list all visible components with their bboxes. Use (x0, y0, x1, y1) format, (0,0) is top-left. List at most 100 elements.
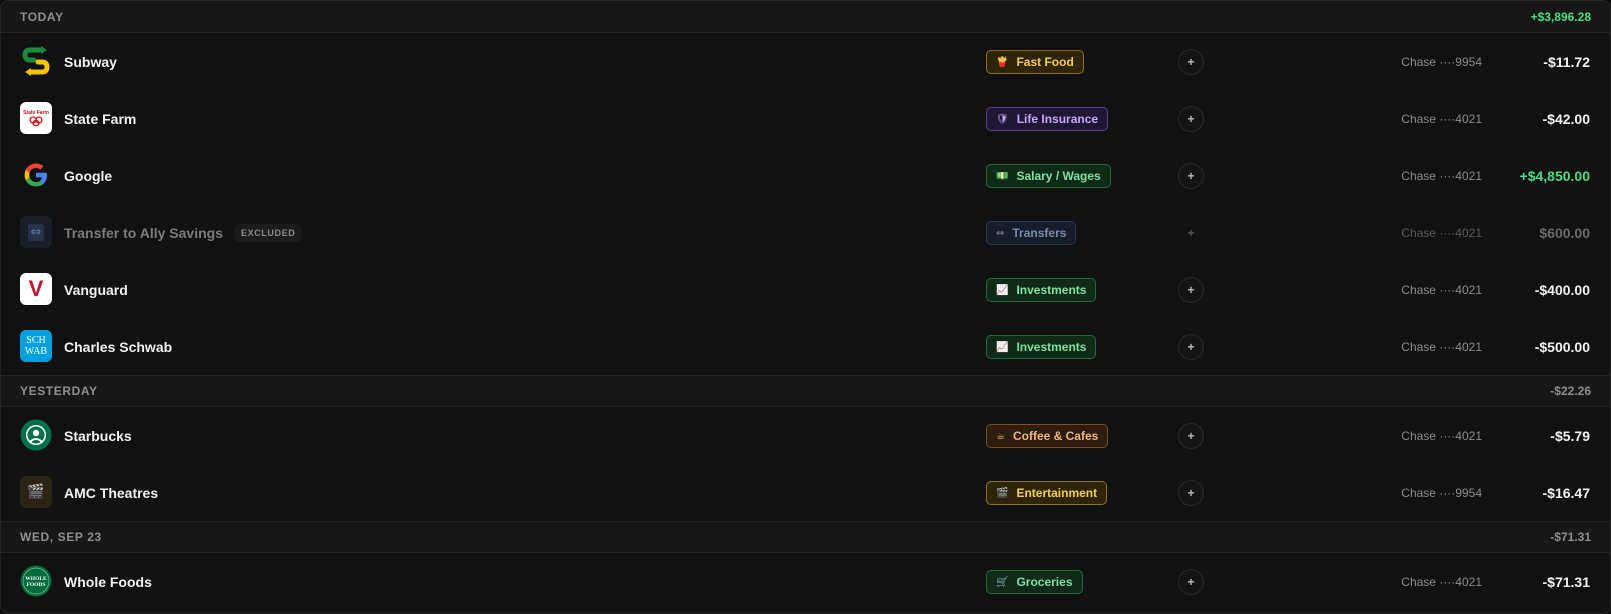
account-label: Chase ····9954 (1401, 485, 1482, 500)
category-label: Fast Food (1016, 55, 1074, 69)
state-farm-logo-icon: State Farm (20, 102, 52, 134)
shield-icon: 🛡 (996, 113, 1009, 125)
add-tag-button[interactable]: + (1178, 423, 1204, 449)
transaction-amount: -$11.72 (1543, 53, 1590, 70)
add-tag-button[interactable]: + (1178, 569, 1204, 595)
category-pill[interactable]: 📈 Investments (986, 278, 1097, 302)
schwab-logo-top: SCH (26, 335, 46, 346)
group-date-label: YESTERDAY (20, 384, 98, 398)
merchant-name: Vanguard (64, 281, 128, 298)
excluded-badge: EXCLUDED (234, 223, 302, 242)
transaction-amount: -$16.47 (1542, 484, 1590, 501)
category-label: Transfers (1012, 226, 1067, 240)
transaction-row-starbucks[interactable]: Starbucks ☕ Coffee & Cafes + Chase ····4… (1, 407, 1610, 464)
merchant-name: Subway (64, 53, 117, 70)
category-pill[interactable]: 🎬 Entertainment (986, 481, 1108, 505)
merchant-name: Starbucks (64, 427, 132, 444)
fries-icon: 🍟 (996, 56, 1009, 68)
vanguard-logo-letter: V (28, 276, 44, 301)
add-tag-button[interactable]: + (1178, 277, 1204, 303)
group-header-wed-sep-23: WED, SEP 23 -$71.31 (1, 521, 1610, 553)
cart-icon: 🛒 (996, 576, 1009, 588)
merchant-name: Charles Schwab (64, 338, 173, 355)
account-label: Chase ····4021 (1401, 168, 1482, 183)
transaction-amount: +$4,850.00 (1519, 167, 1590, 184)
chart-up-icon: 📈 (996, 341, 1009, 353)
account-label: Chase ····4021 (1401, 339, 1482, 354)
category-label: Entertainment (1016, 486, 1098, 500)
transfer-category-icon: ⇔ (996, 227, 1005, 239)
merchant-name: Google (64, 167, 113, 184)
transaction-amount: -$71.31 (1542, 573, 1590, 590)
group-header-today: TODAY +$3,896.28 (1, 1, 1610, 33)
add-tag-button[interactable]: + (1178, 106, 1204, 132)
category-pill[interactable]: 💵 Salary / Wages (986, 164, 1111, 188)
category-label: Groceries (1016, 575, 1073, 589)
transaction-row-subway[interactable]: Subway 🍟 Fast Food + Chase ····9954 -$11… (1, 33, 1610, 90)
clapperboard-icon: 🎬 (27, 484, 45, 500)
category-pill[interactable]: ☕ Coffee & Cafes (986, 424, 1109, 448)
transaction-row-charles-schwab[interactable]: SCH WAB Charles Schwab 📈 Investments + C… (1, 318, 1610, 375)
group-total: -$71.31 (1550, 530, 1591, 544)
group-total: +$3,896.28 (1530, 9, 1591, 24)
money-icon: 💵 (996, 170, 1009, 182)
subway-logo-icon (20, 45, 52, 77)
transaction-row-google[interactable]: Google 💵 Salary / Wages + Chase ····4021… (1, 147, 1610, 204)
add-tag-button[interactable]: + (1178, 480, 1204, 506)
transaction-amount: -$500.00 (1534, 338, 1590, 355)
clapperboard-icon: 🎬 (996, 487, 1009, 499)
amc-logo-icon: 🎬 (20, 476, 52, 508)
coffee-icon: ☕ (996, 430, 1005, 442)
account-label: Chase ····4021 (1401, 282, 1482, 297)
category-pill[interactable]: ⇔ Transfers (986, 221, 1077, 245)
account-label: Chase ····9954 (1401, 54, 1482, 69)
group-date-label: TODAY (20, 9, 64, 24)
category-pill[interactable]: 🛒 Groceries (986, 570, 1083, 594)
merchant-name-wrap: Transfer to Ally Savings EXCLUDED (64, 204, 302, 261)
add-tag-button[interactable]: + (1178, 334, 1204, 360)
vanguard-logo-icon: V (20, 273, 52, 305)
whole-foods-badge-icon: WHOLE FOODS (20, 565, 52, 597)
group-header-yesterday: YESTERDAY -$22.26 (1, 375, 1610, 407)
category-label: Investments (1016, 340, 1087, 354)
whole-foods-logo-bottom: FOODS (27, 582, 46, 588)
category-label: Life Insurance (1016, 112, 1099, 126)
transaction-amount: -$400.00 (1534, 281, 1590, 298)
category-label: Investments (1016, 283, 1087, 297)
category-pill[interactable]: 📈 Investments (986, 335, 1097, 359)
category-pill[interactable]: 🛡 Life Insurance (986, 107, 1109, 131)
merchant-name: Transfer to Ally Savings (64, 224, 223, 241)
group-total: -$22.26 (1550, 384, 1591, 398)
transaction-amount: -$5.79 (1550, 427, 1590, 444)
chart-up-icon: 📈 (996, 284, 1009, 296)
transaction-row-amc-theatres[interactable]: 🎬 AMC Theatres 🎬 Entertainment + Chase ·… (1, 464, 1610, 521)
transaction-amount: -$42.00 (1542, 110, 1590, 127)
merchant-name: AMC Theatres (64, 484, 159, 501)
transaction-row-whole-foods[interactable]: WHOLE FOODS Whole Foods 🛒 Groceries + Ch… (1, 553, 1610, 610)
schwab-logo-bottom: WAB (24, 346, 48, 357)
transaction-row-vanguard[interactable]: V Vanguard 📈 Investments + Chase ····402… (1, 261, 1610, 318)
starbucks-logo-icon (20, 419, 52, 451)
account-label: Chase ····4021 (1401, 428, 1482, 443)
category-label: Coffee & Cafes (1012, 429, 1099, 443)
transaction-row-state-farm[interactable]: State Farm State Farm 🛡 Life Insurance +… (1, 90, 1610, 147)
transaction-row-transfer[interactable]: ⇔ Transfer to Ally Savings EXCLUDED ⇔ Tr… (1, 204, 1610, 261)
schwab-logo-icon: SCH WAB (20, 330, 52, 362)
category-pill[interactable]: 🍟 Fast Food (986, 50, 1084, 74)
transfer-arrows-icon: ⇔ (27, 223, 45, 241)
merchant-name: Whole Foods (64, 573, 152, 590)
transaction-amount: $600.00 (1539, 224, 1590, 241)
transactions-list: TODAY +$3,896.28 Subway 🍟 Fast Food + Ch… (0, 0, 1611, 614)
category-label: Salary / Wages (1016, 169, 1101, 183)
account-label: Chase ····4021 (1401, 225, 1482, 240)
account-label: Chase ····4021 (1401, 574, 1482, 589)
whole-foods-logo-icon: WHOLE FOODS (20, 565, 52, 597)
add-tag-button[interactable]: + (1178, 49, 1204, 75)
transfer-icon: ⇔ (20, 216, 52, 248)
add-tag-button[interactable]: + (1178, 163, 1204, 189)
google-logo-icon (20, 159, 52, 191)
state-farm-ovals-icon (29, 116, 43, 126)
add-tag-button[interactable]: + (1178, 220, 1204, 246)
account-label: Chase ····4021 (1401, 111, 1482, 126)
group-date-label: WED, SEP 23 (20, 530, 102, 544)
